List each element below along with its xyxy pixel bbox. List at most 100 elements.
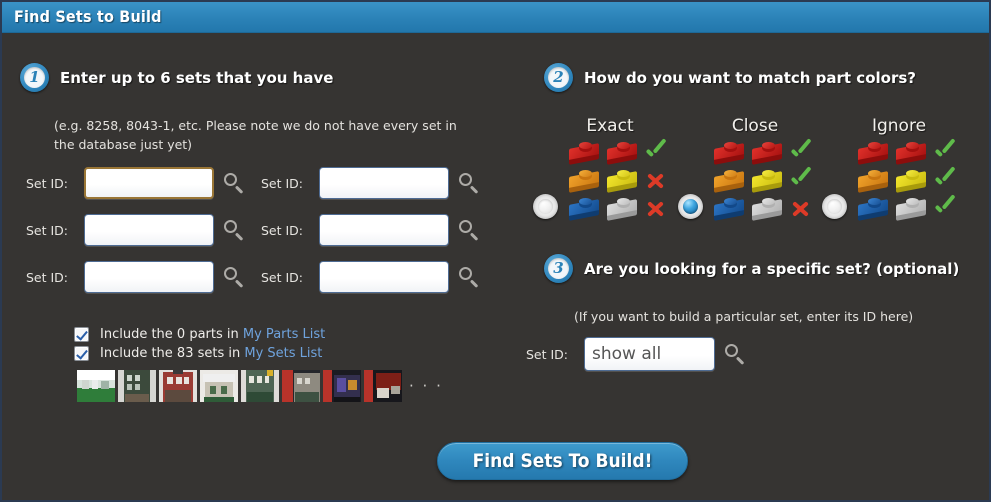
set-id-label-6: Set ID: [261,269,304,285]
set-id-row-6: Set ID: [261,261,481,293]
brick-row [710,167,814,195]
match-tick-icon [932,140,958,166]
include-sets-checkbox[interactable] [74,346,89,361]
brick-orange [710,168,750,194]
brick-row [565,167,669,195]
list-item[interactable] [200,370,238,402]
set-id-label-4: Set ID: [261,222,304,238]
set-id-label-2: Set ID: [261,175,304,191]
specific-set-label: Set ID: [526,346,569,362]
list-item[interactable] [159,370,197,402]
set-id-input-3[interactable] [84,214,214,246]
step-2-title: How do you want to match part colors? [584,68,916,87]
brick-red [892,140,932,166]
window-titlebar: Find Sets to Build [2,2,989,33]
step-1-hint: (e.g. 8258, 8043-1, etc. Please note we … [54,118,457,152]
set-id-row-1: Set ID: [26,167,246,199]
set-id-input-1[interactable] [84,167,214,199]
set-id-label-3: Set ID: [26,222,69,238]
column-header-exact: Exact [586,116,634,136]
brick-yellow [748,168,788,194]
column-header-close: Close [731,116,779,136]
brick-red [748,140,788,166]
brick-yellow [892,168,932,194]
step-1-title: Enter up to 6 sets that you have [60,68,334,87]
list-item[interactable] [323,370,361,402]
step-3-hint: (If you want to build a particular set, … [574,309,914,324]
step-3-title: Are you looking for a specific set? (opt… [584,259,960,278]
brick-grey [892,196,932,222]
window-title: Find Sets to Build [14,7,162,26]
brick-red [710,140,750,166]
match-tick-icon [788,168,814,194]
search-icon[interactable] [458,266,481,289]
include-sets-label: Include the 83 sets in [100,346,241,361]
step-2-badge: 2 [544,63,573,92]
step-3-badge: 3 [544,254,573,283]
brick-red [854,140,894,166]
my-sets-list-link[interactable]: My Sets List [244,346,322,361]
list-item[interactable] [241,370,279,402]
brick-row [565,195,669,223]
set-id-input-5[interactable] [84,261,214,293]
include-sets-row[interactable]: Include the 83 sets in My Sets List [74,346,322,361]
set-thumbnails: · · · [77,370,443,402]
search-icon[interactable] [223,219,246,242]
brick-row [854,195,958,223]
list-item[interactable] [282,370,320,402]
set-id-label-5: Set ID: [26,269,69,285]
step-1-badge: 1 [20,63,49,92]
set-id-input-6[interactable] [319,261,449,293]
step-1-heading: 1 Enter up to 6 sets that you have [20,63,333,92]
include-parts-label: Include the 0 parts in [100,327,239,342]
brick-yellow [603,168,643,194]
search-icon[interactable] [724,343,747,366]
brick-row [854,167,958,195]
specific-set-input[interactable] [584,337,715,371]
thumbnails-overflow: · · · [409,377,443,395]
set-id-input-2[interactable] [319,167,449,199]
set-id-input-4[interactable] [319,214,449,246]
step-2-number: 2 [553,68,564,86]
set-id-row-5: Set ID: [26,261,246,293]
list-item[interactable] [77,370,115,402]
include-parts-row[interactable]: Include the 0 parts in My Parts List [74,327,325,342]
match-cross-icon [643,168,669,194]
search-icon[interactable] [458,219,481,242]
brick-orange [565,168,605,194]
set-id-label-1: Set ID: [26,175,69,191]
include-parts-checkbox[interactable] [74,327,89,342]
brick-blue [710,196,750,222]
brick-row [565,139,669,167]
brick-red [603,140,643,166]
match-tick-icon [932,168,958,194]
step-2-heading: 2 How do you want to match part colors? [544,63,916,92]
left-pane: 1 Enter up to 6 sets that you have (e.g.… [2,33,502,500]
brick-row [710,195,814,223]
set-id-row-3: Set ID: [26,214,246,246]
column-header-ignore: Ignore [871,116,927,136]
set-id-row-2: Set ID: [261,167,481,199]
search-icon[interactable] [458,172,481,195]
brick-red [565,140,605,166]
specific-set-row: Set ID: [526,337,747,371]
match-cross-icon [788,196,814,222]
list-item[interactable] [364,370,402,402]
right-pane: 2 How do you want to match part colors? … [502,33,989,500]
list-item[interactable] [118,370,156,402]
brick-matrix-close [710,139,814,223]
match-radio-close[interactable] [678,194,703,219]
step-1-number: 1 [29,68,40,86]
brick-row [854,139,958,167]
match-radio-exact[interactable] [533,194,558,219]
find-sets-to-build-button[interactable]: Find Sets To Build! [437,442,688,480]
my-parts-list-link[interactable]: My Parts List [243,327,325,342]
step-3-heading: 3 Are you looking for a specific set? (o… [544,254,959,283]
match-cross-icon [643,196,669,222]
step-3-number: 3 [553,259,564,277]
search-icon[interactable] [223,172,246,195]
brick-orange [854,168,894,194]
search-icon[interactable] [223,266,246,289]
match-tick-icon [643,140,669,166]
match-radio-ignore[interactable] [822,194,847,219]
